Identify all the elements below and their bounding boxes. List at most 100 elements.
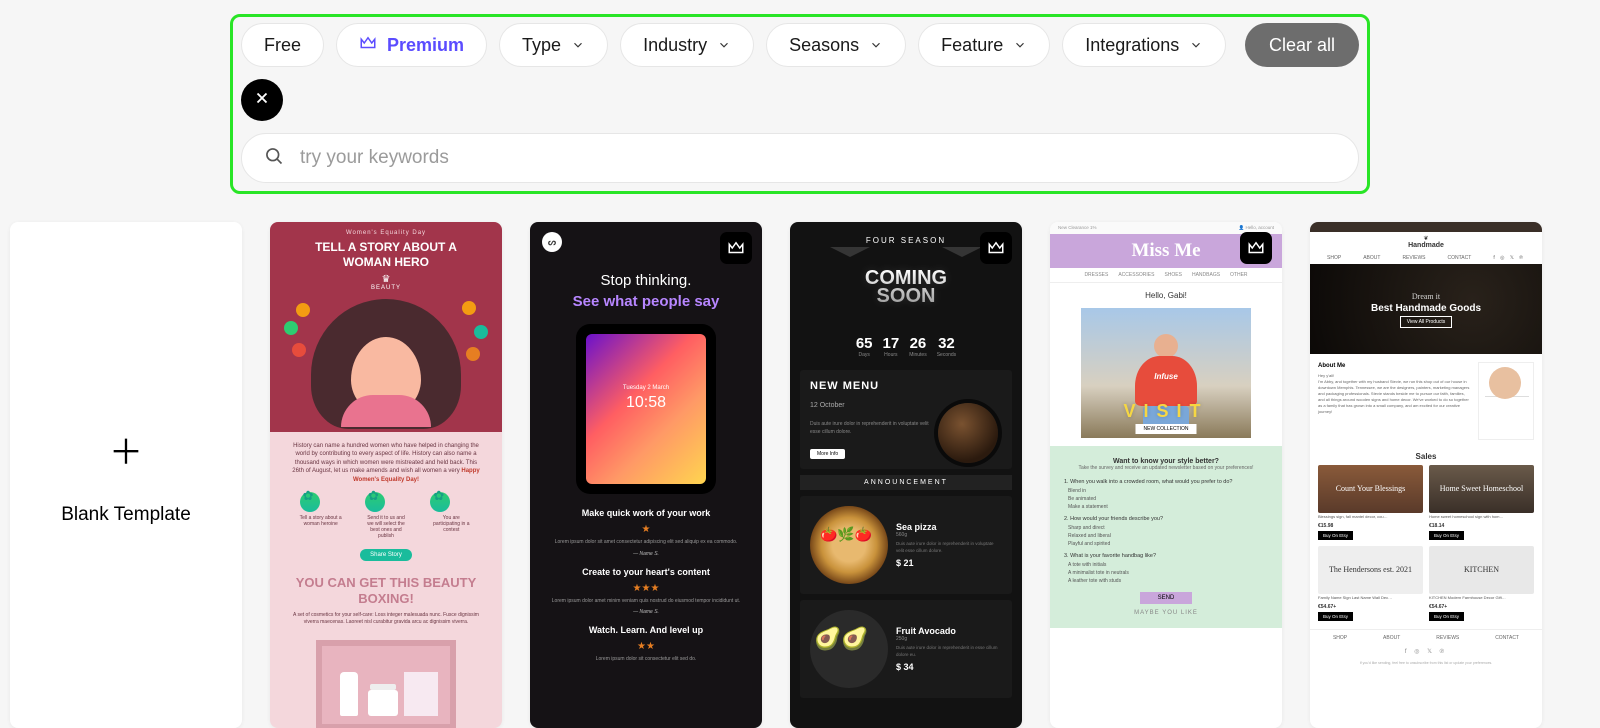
filter-integrations-label: Integrations xyxy=(1085,35,1179,56)
section-blurb: Lorem ipsum dolor sit amet consectetur a… xyxy=(550,539,742,547)
template-nav: DRESSESACCESSORIESSHOESHANDBAGSOTHER xyxy=(1050,268,1282,283)
product-name: Family Name Sign Last Name Wall Dec… xyxy=(1318,596,1423,604)
chevron-down-icon xyxy=(1013,38,1027,52)
survey-send-button: SEND xyxy=(1140,592,1193,604)
social-icons: f ◎ 𝕏 ℗ xyxy=(1493,255,1525,261)
template-logo-area: ❦Handmade xyxy=(1310,232,1542,252)
survey-footer: MAYBE YOU LIKE xyxy=(1064,610,1268,616)
filter-free[interactable]: Free xyxy=(241,23,324,67)
hero-button: NEW COLLECTION xyxy=(1135,424,1196,434)
product-name: Home sweet homeschool sign with hom… xyxy=(1429,515,1534,523)
template-nav: SHOPABOUTREVIEWSCONTACT f ◎ 𝕏 ℗ xyxy=(1310,252,1542,264)
product-card: KITCHENKITCHEN Modern Farmhouse Decor Gi… xyxy=(1429,546,1534,621)
block-desc: Duis aute irure dolor in reprehenderit i… xyxy=(810,421,932,436)
chevron-down-icon xyxy=(717,38,731,52)
dish-price: $ 21 xyxy=(896,558,1002,568)
close-filters-button[interactable] xyxy=(241,79,283,121)
buy-button: Buy On Etsy xyxy=(1318,531,1353,540)
coming-soon-text: COMINGSOON xyxy=(865,269,947,305)
filter-feature[interactable]: Feature xyxy=(918,23,1050,67)
filter-industry[interactable]: Industry xyxy=(620,23,754,67)
crown-icon xyxy=(359,34,377,57)
premium-badge xyxy=(720,232,752,264)
star-icon: ★★★ xyxy=(550,583,742,594)
premium-badge xyxy=(980,232,1012,264)
plus-icon: ＋ xyxy=(109,425,143,474)
template-gallery: ＋ Blank Template Women's Equality Day TE… xyxy=(0,222,1600,728)
hero-button: View All Products xyxy=(1400,316,1453,328)
filter-seasons[interactable]: Seasons xyxy=(766,23,906,67)
dish-name: Fruit Avocado xyxy=(896,626,1002,636)
filter-industry-label: Industry xyxy=(643,35,707,56)
dish-price: $ 34 xyxy=(896,662,1002,672)
survey-sub: Take the survey and receive an updated n… xyxy=(1064,465,1268,471)
filter-premium-label: Premium xyxy=(387,35,464,56)
premium-badge xyxy=(1240,232,1272,264)
product-card: Home Sweet HomeschoolHome sweet homescho… xyxy=(1429,465,1534,540)
chevron-down-icon xyxy=(869,38,883,52)
dish-block: Sea pizza 560g Duis aute irure dolor in … xyxy=(800,496,1012,594)
more-info-button: More Info xyxy=(810,449,845,459)
product-image: KITCHEN xyxy=(1429,546,1534,594)
survey-question: 1. When you walk into a crowded room, wh… xyxy=(1064,479,1268,485)
close-icon xyxy=(253,89,271,112)
section-title: Create to your heart's content xyxy=(550,567,742,577)
section-blurb: Lorem ipsum dolor amet minim veniam quis… xyxy=(550,598,742,606)
template-card[interactable]: Women's Equality Day TELL A STORY ABOUT … xyxy=(270,222,502,728)
survey-title: Want to know your style better? xyxy=(1064,458,1268,465)
dish-image xyxy=(810,506,888,584)
about-greet: Hey y'all! xyxy=(1318,373,1334,378)
template-tag: Women's Equality Day xyxy=(270,230,502,236)
about-image xyxy=(1478,362,1534,440)
template-card[interactable]: ᔕ ● 𝕏 ◎ ⌂ Stop thinking. See what people… xyxy=(530,222,762,728)
search-bar xyxy=(241,133,1359,183)
template-card[interactable]: FOUR SEASON COMINGSOON 65Days 17Hours 26… xyxy=(790,222,1022,728)
template-hero: Women's Equality Day TELL A STORY ABOUT … xyxy=(270,222,502,432)
section-sig: — Name S. xyxy=(550,551,742,557)
search-icon xyxy=(264,146,284,171)
blank-template-label: Blank Template xyxy=(61,504,191,526)
star-icon: ★★ xyxy=(550,641,742,652)
survey-option: Make a statement xyxy=(1068,504,1268,510)
search-input[interactable] xyxy=(300,147,1336,169)
product-image: The Hendersons est. 2021 xyxy=(1318,546,1423,594)
template-product-image xyxy=(316,640,456,728)
template-card[interactable]: ❦Handmade SHOPABOUTREVIEWSCONTACT f ◎ 𝕏 … xyxy=(1310,222,1542,728)
product-name: Blessings sign, fall mantel decor, cou… xyxy=(1318,515,1423,523)
template-survey: Want to know your style better? Take the… xyxy=(1050,446,1282,628)
template-headline: TELL A STORY ABOUT A WOMAN HERO xyxy=(290,240,482,270)
dish-name: Sea pizza xyxy=(896,522,1002,532)
template-icons: Tell a story about a woman heroine Send … xyxy=(270,488,502,543)
product-image: Count Your Blessings xyxy=(1318,465,1423,513)
filter-seasons-label: Seasons xyxy=(789,35,859,56)
dish-weight: 560g xyxy=(896,532,1002,538)
footer-social-icons: f ◎ 𝕏 ℗ xyxy=(1310,646,1542,657)
screen-date: Tuesday 2 March xyxy=(586,385,706,391)
survey-question: 3. What is your favorite handbag like? xyxy=(1064,553,1268,559)
section-sig: — Name S. xyxy=(550,609,742,615)
template-subheading: See what people say xyxy=(530,293,762,310)
footer-nav: SHOPABOUTREVIEWSCONTACT xyxy=(1310,629,1542,646)
survey-question: 2. How would your friends describe you? xyxy=(1064,516,1268,522)
buy-button: Buy On Etsy xyxy=(1318,612,1353,621)
filter-premium[interactable]: Premium xyxy=(336,23,487,67)
template-desc: History can name a hundred women who hav… xyxy=(270,432,502,488)
dish-image xyxy=(810,610,888,688)
filter-integrations[interactable]: Integrations xyxy=(1062,23,1226,67)
survey-option: A leather tote with studs xyxy=(1068,578,1268,584)
clear-all-button[interactable]: Clear all xyxy=(1245,23,1359,67)
sales-heading: Sales xyxy=(1310,452,1542,461)
blank-template-card[interactable]: ＋ Blank Template xyxy=(10,222,242,728)
template-card[interactable]: New Clearance 1%👤 Hello, account Miss Me… xyxy=(1050,222,1282,728)
filter-type[interactable]: Type xyxy=(499,23,608,67)
hero-slogan: Dream it xyxy=(1310,292,1542,301)
star-icon: ★ xyxy=(550,524,742,535)
survey-option: Relaxed and liberal xyxy=(1068,533,1268,539)
survey-option: Sharp and direct xyxy=(1068,525,1268,531)
block-title: NEW MENU xyxy=(810,380,879,392)
buy-button: Buy On Etsy xyxy=(1429,612,1464,621)
section-blurb: Lorem ipsum dolor sit consectetur elit s… xyxy=(550,656,742,664)
survey-option: Playful and spirited xyxy=(1068,541,1268,547)
about-section: About Me Hey y'all! I'm Abby, and togeth… xyxy=(1310,354,1542,448)
template-hero: Dream it Best Handmade Goods View All Pr… xyxy=(1310,264,1542,354)
